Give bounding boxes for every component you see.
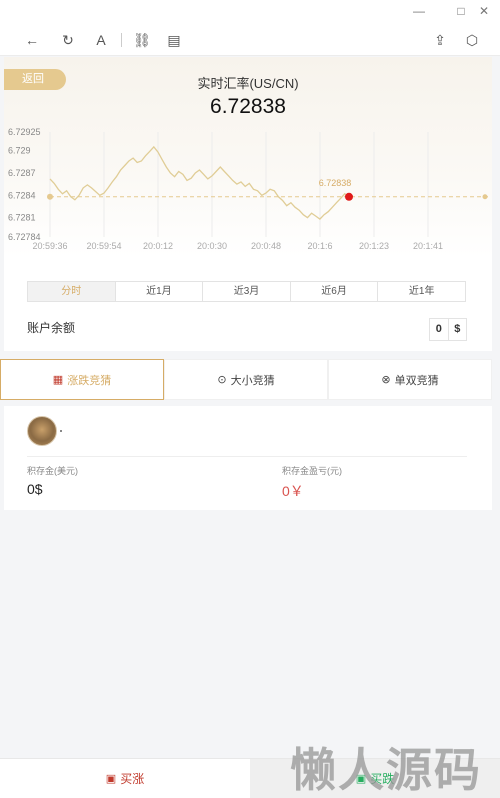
deposit-value: 0$ [27,481,43,497]
toolbar-divider [121,33,122,47]
x-tick-label: 20:1:6 [307,241,332,251]
rate-line-chart: 6.729256.7296.72876.72846.72816.72784 20… [8,127,488,251]
x-tick-label: 20:59:36 [32,241,67,251]
close-button[interactable]: ✕ [474,2,494,20]
profit-label: 积存金盈亏(元) [282,466,342,476]
mode-tab-icon: ⊙ [217,374,227,386]
end-marker [482,194,488,200]
refresh-icon[interactable]: ↻ [58,30,78,50]
text-size-icon[interactable]: A [91,30,111,50]
mode-tab-icon: ⊗ [381,374,391,386]
mode-tab-label: 单双竞猜 [394,374,439,387]
balance-value: 0 [430,319,449,340]
mode-tab[interactable]: ⊙ 大小竞猜 [164,359,328,400]
mode-tab-label: 大小竞猜 [230,374,275,387]
mode-tab-label: 涨跌竞猜 [67,374,112,387]
reader-mode-icon[interactable]: ▤ [164,30,184,50]
divider [27,456,467,457]
period-tabs: 分时 近1月 近3月 近6月 近1年 [27,281,466,302]
buy-up-button[interactable]: ▣ 买涨 [0,759,250,798]
mode-tab-icon: ▦ [52,374,64,386]
balance-label: 账户余额 [27,321,76,335]
avatar[interactable] [27,416,57,446]
x-tick-label: 20:0:12 [143,241,173,251]
mode-tab[interactable]: ▦ 涨跌竞猜 [0,359,164,400]
x-tick-label: 20:1:23 [359,241,389,251]
deposit-label: 积存金(美元) [27,466,78,476]
username-placeholder [60,430,62,432]
period-tab[interactable]: 近6月 [290,282,379,301]
balance-currency: $ [454,323,461,335]
current-rate-dot [345,192,353,201]
game-mode-tabs: ▦ 涨跌竞猜 ⊙ 大小竞猜 ⊗ 单双竞猜 [0,359,492,400]
rate-chart-card: 返回 实时汇率(US/CN) 6.72838 6.72925 6.729 6.728… [4,57,492,351]
y-tick-label: 6.72925 [8,127,41,137]
window-titlebar: — □ ✕ [0,0,500,24]
minimize-button[interactable]: — [409,2,429,20]
back-arrow-icon[interactable]: ← [22,30,42,50]
link-icon[interactable]: ⛓ [132,30,152,50]
x-tick-label: 20:59:54 [86,241,121,251]
cube-icon[interactable]: ⬡ [462,30,482,50]
rate-series-line [49,145,350,220]
maximize-button[interactable]: □ [451,2,471,20]
period-tab[interactable]: 近1月 [115,282,204,301]
period-tab[interactable]: 分时 [28,282,116,301]
x-tick-label: 20:0:48 [251,241,281,251]
y-tick-label: 6.7281 [8,213,36,223]
period-tab[interactable]: 近3月 [203,282,291,301]
user-card: 积存金(美元) 0$ 积存金盈亏(元) 0￥ [4,406,492,510]
rate-value: 6.72838 [210,95,286,118]
browser-toolbar: ← ↻ A ⛓ ▤ ⇪ ⬡ [0,24,500,56]
x-tick-label: 20:0:30 [197,241,227,251]
y-tick-label: 6.7284 [8,190,36,200]
x-tick-label: 20:1:41 [413,241,443,251]
period-tab[interactable]: 近1年 [378,282,465,301]
share-icon[interactable]: ⇪ [430,30,450,50]
buy-up-label: 买涨 [120,772,145,786]
buy-up-icon: ▣ [105,773,117,785]
profit-value: 0￥ [282,483,304,499]
start-marker [47,193,53,200]
mode-tab[interactable]: ⊗ 单双竞猜 [328,359,492,400]
current-rate-label: 6.72838 [319,178,352,188]
y-tick-label: 6.729 [8,146,31,156]
rate-label: 实时汇率(US/CN) [197,76,299,91]
balance-box: 0 $ [429,318,467,341]
watermark: 懒人源码 [290,743,482,797]
y-tick-label: 6.7287 [8,168,36,178]
